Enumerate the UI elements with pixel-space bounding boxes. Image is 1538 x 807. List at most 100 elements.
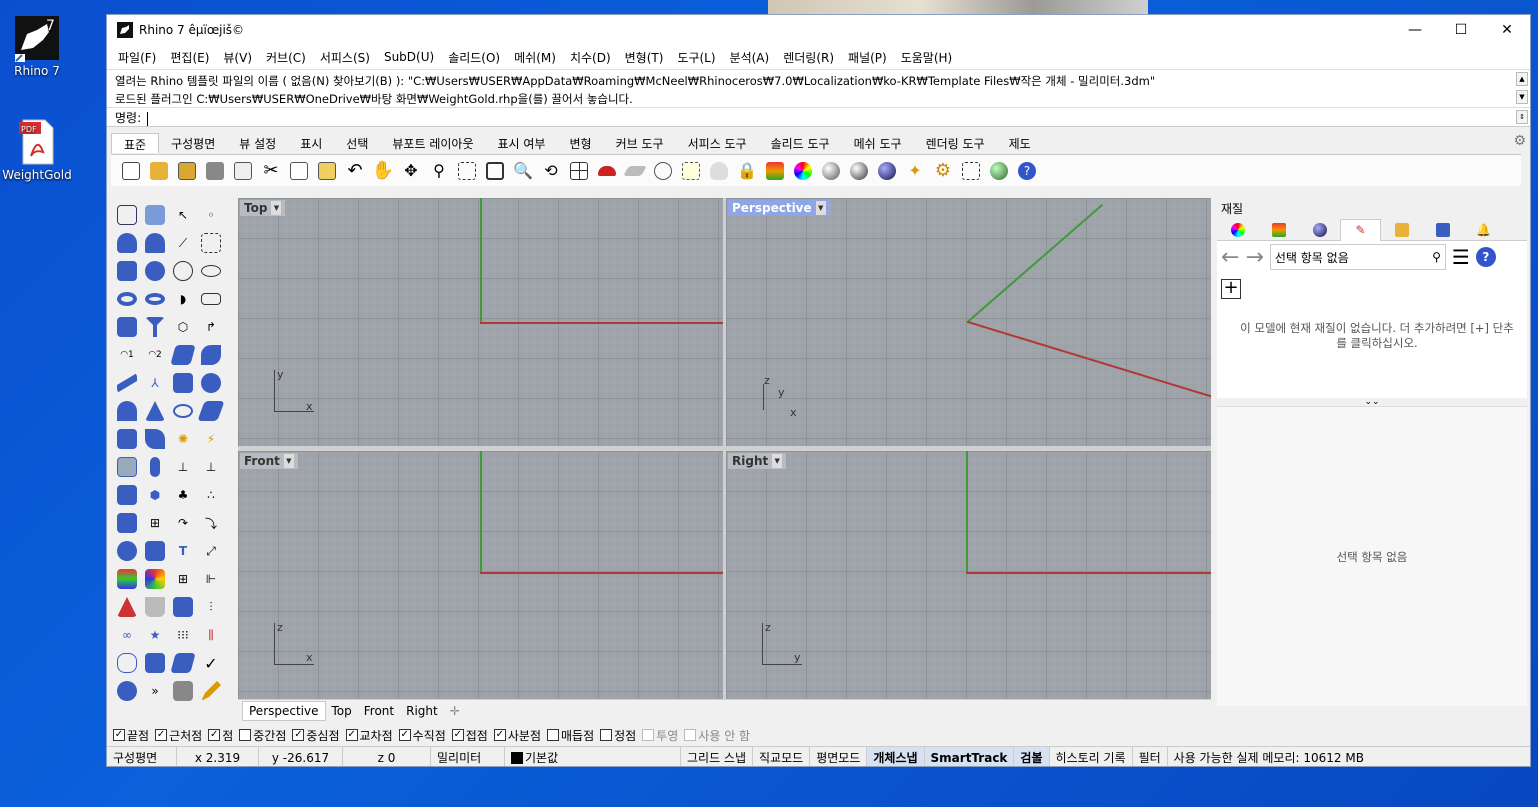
mesh-sphere-icon[interactable] <box>113 537 141 565</box>
osnap-checkbox[interactable]: ✓ <box>208 729 221 741</box>
more-tools-icon[interactable]: » <box>141 677 169 705</box>
grid-surface-icon[interactable] <box>197 397 225 425</box>
rectangle-tool-icon[interactable] <box>141 201 169 229</box>
status-smarttrack[interactable]: SmartTrack <box>924 746 1015 766</box>
new-file-icon[interactable] <box>117 157 145 185</box>
material-list[interactable]: + 이 모델에 현재 재질이 없습니다. 더 추가하려면 [+] 단추를 클릭하… <box>1217 273 1527 398</box>
globe-icon[interactable] <box>985 157 1013 185</box>
tab-curve-tools[interactable]: 커브 도구 <box>604 133 676 153</box>
drape-icon[interactable] <box>113 649 141 677</box>
render-tools-icon[interactable] <box>113 565 141 593</box>
point-tool-icon[interactable] <box>113 201 141 229</box>
viewport-tab-perspective[interactable]: Perspective <box>242 701 326 721</box>
environment-tab-icon[interactable] <box>1422 219 1463 241</box>
undo-icon[interactable]: ↶ <box>341 157 369 185</box>
mesh-cube-icon[interactable] <box>169 593 197 621</box>
rotate-view-icon[interactable]: ✥ <box>397 157 425 185</box>
blend-icon[interactable] <box>113 425 141 453</box>
color-wheel-icon[interactable] <box>789 157 817 185</box>
patch-icon[interactable] <box>113 397 141 425</box>
tab-standard[interactable]: 표준 <box>111 133 160 153</box>
menu-panels[interactable]: 패널(P) <box>841 49 894 66</box>
osnap-checkbox[interactable]: ✓ <box>113 729 125 741</box>
pointer-star-icon[interactable]: ✦ <box>901 157 929 185</box>
rotate-3d-icon[interactable]: ⤵ <box>197 509 225 537</box>
ellipse-icon[interactable] <box>197 257 225 285</box>
point-dot-icon[interactable]: ◦ <box>197 201 225 229</box>
hammer-icon[interactable] <box>141 313 169 341</box>
ungroup-icon[interactable]: ∴ <box>197 481 225 509</box>
zoom-selected-icon[interactable]: 🔍 <box>509 157 537 185</box>
mesh-box-icon[interactable] <box>113 509 141 537</box>
osnap-option[interactable]: 사용 안 함 <box>684 727 750 744</box>
bend-icon[interactable] <box>197 341 225 369</box>
scroll-up-icon[interactable]: ▲ <box>1516 72 1528 86</box>
osnap-checkbox[interactable]: ✓ <box>345 729 358 741</box>
status-units[interactable]: 밀리미터 <box>431 746 505 766</box>
viewport-tab-front[interactable]: Front <box>358 702 400 720</box>
copy-icon[interactable] <box>285 157 313 185</box>
render-sphere-icon[interactable] <box>845 157 873 185</box>
blue-sphere-icon[interactable] <box>873 157 901 185</box>
car-icon[interactable] <box>593 157 621 185</box>
menu-render[interactable]: 렌더링(R) <box>776 49 841 66</box>
cylinder-icon[interactable] <box>113 257 141 285</box>
layer-icon[interactable] <box>761 157 789 185</box>
dropdown-arrow-icon[interactable]: ▼ <box>271 201 282 215</box>
title-bar[interactable]: Rhino 7 êµïœjiš© — ☐ ✕ <box>107 15 1530 45</box>
mesh-tools-icon[interactable]: ⊞ <box>141 509 169 537</box>
menu-help[interactable]: 도움말(H) <box>894 49 960 66</box>
knot-icon[interactable]: ∞ <box>113 621 141 649</box>
layers-tab-icon[interactable] <box>1258 219 1299 241</box>
text-t-icon[interactable]: T <box>169 537 197 565</box>
osnap-checkbox[interactable]: ✓ <box>451 729 464 741</box>
torus-icon[interactable] <box>113 285 141 313</box>
viewport-label[interactable]: Right ▼ <box>728 453 787 469</box>
menu-edit[interactable]: 편집(E) <box>163 49 216 66</box>
menu-transform[interactable]: 변형(T) <box>618 49 671 66</box>
zoom-icon[interactable]: ⚲ <box>425 157 453 185</box>
tab-transform[interactable]: 변형 <box>557 133 603 153</box>
viewport-label[interactable]: Front ▼ <box>240 453 298 469</box>
array-icon[interactable]: ⊞ <box>169 565 197 593</box>
tab-viewport-layout[interactable]: 뷰포트 레이아웃 <box>380 133 485 153</box>
sweep-icon[interactable] <box>113 369 141 397</box>
osnap-checkbox[interactable]: ✓ <box>155 729 168 741</box>
curve-pts-icon[interactable] <box>197 229 225 257</box>
undo-view-icon[interactable]: ⟲ <box>537 157 565 185</box>
shell-icon[interactable] <box>113 677 141 705</box>
pencil-icon[interactable] <box>197 677 225 705</box>
analyze-icon[interactable] <box>169 649 197 677</box>
viewport-perspective[interactable]: Perspective ▼ z y x <box>726 198 1211 446</box>
color-wheel-tab-icon[interactable] <box>1217 219 1258 241</box>
viewport-label[interactable]: Perspective ▼ <box>728 200 830 216</box>
circle-icon[interactable] <box>169 257 197 285</box>
pan-hand-icon[interactable]: ✋ <box>369 157 397 185</box>
osnap-option[interactable]: ✓ 수직점 <box>398 727 446 744</box>
cut-icon[interactable]: ✂ <box>257 157 285 185</box>
surface-pts-icon[interactable] <box>169 341 197 369</box>
solid-box-icon[interactable] <box>113 481 141 509</box>
fillet-curve-icon[interactable]: ↱ <box>197 313 225 341</box>
viewport-label[interactable]: Top ▼ <box>240 200 286 216</box>
dropdown-arrow-icon[interactable]: ▼ <box>772 454 783 468</box>
tab-surface-tools[interactable]: 서피스 도구 <box>676 133 759 153</box>
align-icon[interactable]: ⊩ <box>197 565 225 593</box>
revolve-2-icon[interactable]: ◠2 <box>141 341 169 369</box>
dropdown-arrow-icon[interactable]: ▼ <box>283 454 294 468</box>
help-icon[interactable]: ? <box>1013 157 1041 185</box>
osnap-option[interactable]: 중간점 <box>239 727 286 744</box>
search-icon[interactable]: ⚲ <box>1432 250 1445 264</box>
menu-subd[interactable]: SubD(U) <box>377 50 441 64</box>
scroll-down-icon[interactable]: ▼ <box>1516 90 1528 104</box>
osnap-checkbox[interactable] <box>239 729 252 741</box>
box-icon[interactable] <box>113 313 141 341</box>
polygon-icon[interactable]: ⬡ <box>169 313 197 341</box>
status-layer[interactable]: 기본값 <box>505 746 681 766</box>
menu-mesh[interactable]: 메쉬(M) <box>507 49 563 66</box>
snapshot-icon[interactable] <box>677 157 705 185</box>
plane-icon[interactable] <box>621 157 649 185</box>
status-filter[interactable]: 필터 <box>1133 746 1168 766</box>
add-material-button[interactable]: + <box>1221 279 1241 299</box>
pipe-icon[interactable] <box>141 285 169 313</box>
